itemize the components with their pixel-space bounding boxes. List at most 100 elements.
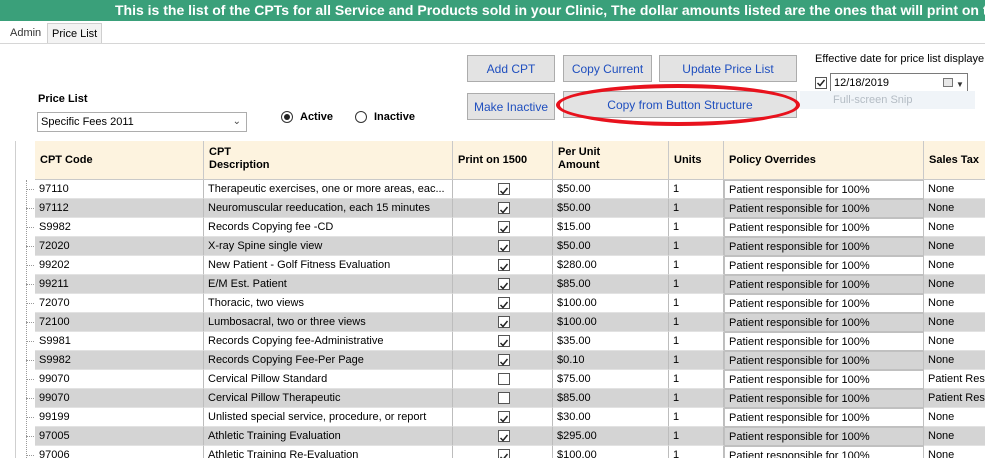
print-on-1500-checkbox[interactable] [498, 183, 510, 195]
col-header-print-on-1500[interactable]: Print on 1500 [453, 141, 553, 180]
cell-print-on-1500 [453, 446, 553, 458]
copy-current-button[interactable]: Copy Current [563, 55, 652, 82]
cell-policy-overrides[interactable]: Patient responsible for 100% [724, 199, 924, 218]
effective-date-value: 12/18/2019 [834, 77, 890, 89]
print-on-1500-checkbox[interactable] [498, 259, 510, 271]
cell-policy-overrides[interactable]: Patient responsible for 100% [724, 332, 924, 351]
cell-policy-overrides[interactable]: Patient responsible for 100% [724, 256, 924, 275]
cell-cpt-code: S9982 [35, 351, 204, 370]
effective-date-picker[interactable]: 12/18/2019 ▼ [830, 73, 968, 93]
cell-units: 1 [669, 332, 724, 351]
inactive-radio[interactable] [355, 111, 367, 123]
info-banner: This is the list of the CPTs for all Ser… [0, 0, 985, 21]
price-list-select[interactable]: Specific Fees 2011 ⌄ [37, 112, 247, 132]
print-on-1500-checkbox[interactable] [498, 202, 510, 214]
cell-units: 1 [669, 275, 724, 294]
table-row[interactable]: 72070 Thoracic, two views $100.00 1 Patient … [15, 294, 985, 313]
cell-description: Records Copying fee-Administrative [204, 332, 453, 351]
cell-policy-overrides[interactable]: Patient responsible for 100% [724, 313, 924, 332]
calendar-icon[interactable] [943, 78, 953, 87]
table-row[interactable]: 97005 Athletic Training Evaluation $295.00… [15, 427, 985, 446]
table-row[interactable]: 99211 E/M Est. Patient $85.00 1 Patient resp… [15, 275, 985, 294]
cell-policy-overrides[interactable]: Patient responsible for 100% [724, 180, 924, 199]
table-row[interactable]: 97110 Therapeutic exercises, one or more … [15, 180, 985, 199]
cell-cpt-code: 97112 [35, 199, 204, 218]
table-row[interactable]: S9982 Records Copying Fee-Per Page $0.10 1 P… [15, 351, 985, 370]
checkmark-icon [499, 358, 509, 366]
print-on-1500-checkbox[interactable] [498, 354, 510, 366]
print-on-1500-checkbox[interactable] [498, 373, 510, 385]
col-header-sales-tax[interactable]: Sales Tax [924, 141, 985, 180]
cell-print-on-1500 [453, 199, 553, 218]
checkmark-icon [499, 282, 509, 290]
col-header-policy-overrides[interactable]: Policy Overrides [724, 141, 924, 180]
table-row[interactable]: S9981 Records Copying fee-Administrative $… [15, 332, 985, 351]
update-price-list-button[interactable]: Update Price List [659, 55, 797, 82]
cell-policy-overrides[interactable]: Patient responsible for 100% [724, 218, 924, 237]
cell-units: 1 [669, 408, 724, 427]
table-row[interactable]: 99070 Cervical Pillow Standard $75.00 1 Pati… [15, 370, 985, 389]
cell-policy-overrides[interactable]: Patient responsible for 100% [724, 427, 924, 446]
cell-policy-overrides[interactable]: Patient responsible for 100% [724, 408, 924, 427]
table-row[interactable]: 99199 Unlisted special service, procedure… [15, 408, 985, 427]
cell-sales-tax: None [924, 237, 985, 256]
table-row[interactable]: S9982 Records Copying fee -CD $15.00 1 Patie… [15, 218, 985, 237]
table-row[interactable]: 99202 New Patient - Golf Fitness Evaluati… [15, 256, 985, 275]
effective-date-checkbox[interactable] [815, 77, 827, 89]
cell-print-on-1500 [453, 427, 553, 446]
cell-sales-tax: Patient Resp [924, 389, 985, 408]
cell-policy-overrides[interactable]: Patient responsible for 100% [724, 294, 924, 313]
cell-units: 1 [669, 294, 724, 313]
table-row[interactable]: 99070 Cervical Pillow Therapeutic $85.00 1 P… [15, 389, 985, 408]
table-row[interactable]: 97112 Neuromuscular reeducation, each 15 … [15, 199, 985, 218]
cell-per-unit-amount: $100.00 [553, 446, 669, 458]
tab-admin[interactable]: Admin [6, 23, 45, 43]
checkmark-icon [499, 244, 509, 252]
print-on-1500-checkbox[interactable] [498, 278, 510, 290]
make-inactive-button[interactable]: Make Inactive [467, 93, 555, 120]
col-header-policy-label: Policy Overrides [729, 154, 816, 166]
cell-description: Lumbosacral, two or three views [204, 313, 453, 332]
cell-description: E/M Est. Patient [204, 275, 453, 294]
print-on-1500-checkbox[interactable] [498, 430, 510, 442]
cell-print-on-1500 [453, 370, 553, 389]
col-header-cpt-label: CPT [209, 146, 231, 158]
cell-cpt-code: 99070 [35, 389, 204, 408]
cell-sales-tax: None [924, 199, 985, 218]
cell-description: Cervical Pillow Therapeutic [204, 389, 453, 408]
print-on-1500-checkbox[interactable] [498, 221, 510, 233]
cell-sales-tax: None [924, 256, 985, 275]
cell-policy-overrides[interactable]: Patient responsible for 100% [724, 351, 924, 370]
print-on-1500-checkbox[interactable] [498, 240, 510, 252]
print-on-1500-checkbox[interactable] [498, 449, 510, 458]
cell-policy-overrides[interactable]: Patient responsible for 100% [724, 389, 924, 408]
full-screen-snip-overlay: Full-screen Snip [800, 91, 975, 109]
cell-policy-overrides[interactable]: Patient responsible for 100% [724, 237, 924, 256]
table-row[interactable]: 72020 X-ray Spine single view $50.00 1 Patie… [15, 237, 985, 256]
add-cpt-button[interactable]: Add CPT [467, 55, 555, 82]
cell-sales-tax: Patient Resp [924, 370, 985, 389]
cell-policy-overrides[interactable]: Patient responsible for 100% [724, 275, 924, 294]
print-on-1500-checkbox[interactable] [498, 316, 510, 328]
print-on-1500-checkbox[interactable] [498, 297, 510, 309]
col-header-description[interactable]: CPT Description [204, 141, 453, 180]
col-header-units-label: Units [674, 154, 702, 166]
price-list-selected-value: Specific Fees 2011 [41, 116, 134, 128]
col-header-units[interactable]: Units [669, 141, 724, 180]
col-header-per-unit-amount[interactable]: Per Unit Amount [553, 141, 669, 180]
cell-description: Neuromuscular reeducation, each 15 minut… [204, 199, 453, 218]
cell-sales-tax: None [924, 408, 985, 427]
col-header-cpt-code[interactable]: CPT Code [35, 141, 204, 180]
highlight-oval [556, 84, 800, 126]
print-on-1500-checkbox[interactable] [498, 411, 510, 423]
print-on-1500-checkbox[interactable] [498, 335, 510, 347]
cell-policy-overrides[interactable]: Patient responsible for 100% [724, 446, 924, 458]
print-on-1500-checkbox[interactable] [498, 392, 510, 404]
table-row[interactable]: 97006 Athletic Training Re-Evaluation $100… [15, 446, 985, 458]
table-row[interactable]: 72100 Lumbosacral, two or three views $100… [15, 313, 985, 332]
radio-selected-dot [284, 114, 290, 120]
tab-price-list[interactable]: Price List [47, 23, 103, 44]
cell-policy-overrides[interactable]: Patient responsible for 100% [724, 370, 924, 389]
checkmark-icon [499, 301, 509, 309]
active-radio[interactable] [281, 111, 293, 123]
